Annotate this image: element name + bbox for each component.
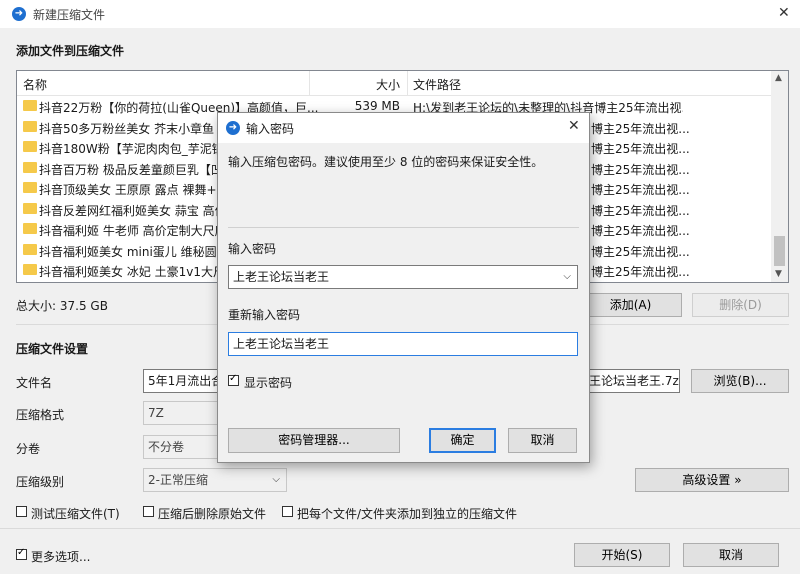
add-files-heading: 添加文件到压缩文件 xyxy=(16,44,125,58)
reenter-password-input[interactable]: 上老王论坛当老王 xyxy=(228,332,578,356)
separate-archives-label[interactable]: 把每个文件/文件夹添加到独立的压缩文件 xyxy=(297,505,517,522)
level-select[interactable]: 2-正常压缩 ⌵ xyxy=(143,468,287,492)
filename-input[interactable]: 5年1月流出合 xyxy=(143,369,223,393)
separate-archives-checkbox[interactable] xyxy=(282,506,293,517)
folder-icon xyxy=(23,161,37,173)
password-manager-button[interactable]: 密码管理器... xyxy=(228,428,400,453)
folder-icon xyxy=(23,223,37,234)
scrollbar-thumb[interactable] xyxy=(774,236,785,266)
level-label: 压缩级别 xyxy=(16,475,65,489)
divider xyxy=(228,227,579,228)
add-button[interactable]: 添加(A) xyxy=(579,293,682,317)
settings-heading: 压缩文件设置 xyxy=(16,342,89,356)
ok-button[interactable]: 确定 xyxy=(429,428,496,453)
delete-after-checkbox[interactable] xyxy=(143,506,154,517)
total-size: 总大小: 37.5 GB xyxy=(16,299,108,313)
file-path: 博主25年流出视... xyxy=(591,244,690,259)
folder-icon xyxy=(23,141,37,152)
column-size-header[interactable]: 大小 xyxy=(376,76,400,93)
scroll-up-icon[interactable]: ▲ xyxy=(775,73,782,83)
chevron-down-icon: ⌵ xyxy=(272,474,280,485)
show-password-label[interactable]: 显示密码 xyxy=(244,374,292,391)
filename-input-tail[interactable]: 王论坛当老王.7z xyxy=(585,369,680,393)
file-path: 博主25年流出视... xyxy=(591,224,690,238)
divider xyxy=(0,528,800,529)
browse-button[interactable]: 浏览(B)... xyxy=(691,369,789,393)
enter-password-label: 输入密码 xyxy=(228,242,277,256)
column-path-header[interactable]: 文件路径 xyxy=(413,76,461,93)
test-archive-checkbox[interactable] xyxy=(16,506,27,517)
column-name-header[interactable]: 名称 xyxy=(23,76,47,93)
window-title: 新建压缩文件 xyxy=(33,8,106,22)
app-logo-icon: ➜ xyxy=(226,121,240,135)
chevron-down-icon[interactable]: ⌵ xyxy=(563,266,571,288)
show-password-checkbox[interactable] xyxy=(228,373,239,386)
reenter-password-label: 重新输入密码 xyxy=(228,308,301,322)
close-icon[interactable]: ✕ xyxy=(568,118,580,134)
advanced-settings-button[interactable]: 高级设置 » xyxy=(635,468,789,492)
file-path: 博主25年流出视... xyxy=(591,121,690,136)
volume-label: 分卷 xyxy=(16,442,41,456)
close-icon[interactable]: ✕ xyxy=(778,5,790,21)
format-label: 压缩格式 xyxy=(16,408,65,422)
column-divider xyxy=(407,71,408,95)
more-options-checkbox[interactable] xyxy=(16,547,27,560)
volume-select[interactable]: 不分卷 xyxy=(143,435,223,459)
password-value: 上老王论坛当老王 xyxy=(233,270,330,284)
folder-icon xyxy=(23,243,37,255)
folder-icon xyxy=(23,100,37,111)
column-divider xyxy=(309,71,310,95)
dialog-hint: 输入压缩包密码。建议使用至少 8 位的密码来保证安全性。 xyxy=(228,155,544,169)
start-button[interactable]: 开始(S) xyxy=(574,543,670,567)
title-bar: ➜ 新建压缩文件 ✕ xyxy=(0,0,800,28)
more-options-label[interactable]: 更多选项... xyxy=(31,548,90,565)
level-value: 2-正常压缩 xyxy=(148,473,208,487)
scroll-down-icon[interactable]: ▼ xyxy=(775,269,782,279)
file-size: 539 MB xyxy=(354,99,400,113)
delete-after-label[interactable]: 压缩后删除原始文件 xyxy=(158,505,266,522)
dialog-cancel-button[interactable]: 取消 xyxy=(508,428,577,453)
password-input[interactable]: 上老王论坛当老王 ⌵ xyxy=(228,265,578,289)
password-dialog: ➜ 输入密码 ✕ 输入压缩包密码。建议使用至少 8 位的密码来保证安全性。 输入… xyxy=(217,112,590,463)
filename-label: 文件名 xyxy=(16,376,53,390)
dialog-title-bar: ➜ 输入密码 ✕ xyxy=(218,113,589,143)
cancel-button[interactable]: 取消 xyxy=(683,543,779,567)
folder-icon xyxy=(23,264,37,275)
test-archive-label[interactable]: 测试压缩文件(T) xyxy=(31,505,120,522)
delete-button[interactable]: 删除(D) xyxy=(692,293,789,317)
format-select[interactable]: 7Z xyxy=(143,401,223,425)
list-header: 名称 大小 文件路径 xyxy=(17,71,788,96)
folder-icon xyxy=(23,120,37,132)
file-path: 博主25年流出视... xyxy=(591,142,690,156)
file-path: 博主25年流出视... xyxy=(591,203,690,218)
app-logo-icon: ➜ xyxy=(12,7,26,21)
scrollbar[interactable]: ▲ ▼ xyxy=(771,71,788,282)
dialog-title: 输入密码 xyxy=(246,122,295,136)
file-path: 博主25年流出视... xyxy=(591,183,690,197)
file-path: 博主25年流出视... xyxy=(591,162,690,177)
file-path: 博主25年流出视... xyxy=(591,265,690,279)
folder-icon xyxy=(23,202,37,214)
folder-icon xyxy=(23,182,37,193)
